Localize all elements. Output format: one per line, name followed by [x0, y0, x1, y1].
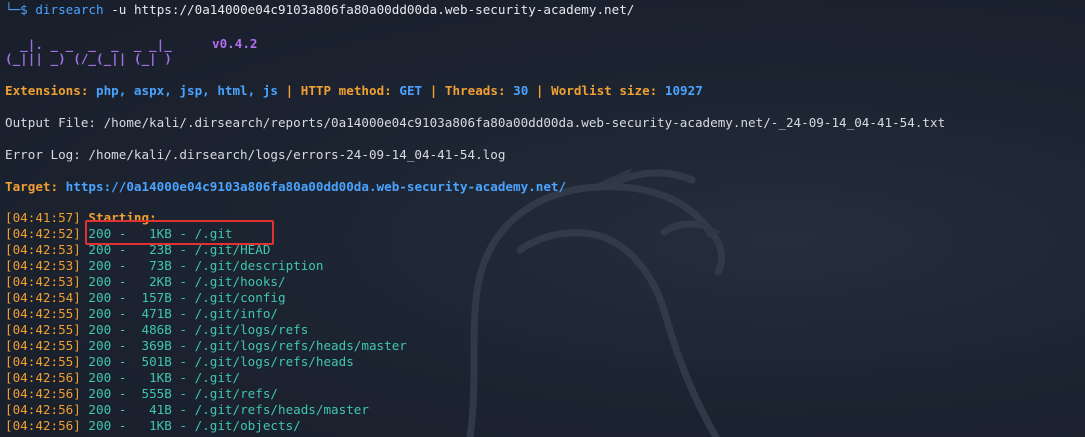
result-status: 200	[88, 386, 112, 401]
result-timestamp: [04:42:56]	[5, 402, 81, 417]
command-flag: -u	[111, 2, 127, 17]
result-timestamp: [04:42:56]	[5, 370, 81, 385]
banner-logo-line-2: (_||| _) (/_(_|| (_| )	[5, 51, 172, 66]
command-url: https://0a14000e04c9103a806fa80a00dd00da…	[133, 2, 635, 17]
result-status: 200	[88, 402, 112, 417]
result-row: [04:42:55] 200 - 486B - /.git/logs/refs	[5, 322, 309, 337]
wordlist-label: Wordlist size:	[551, 83, 658, 98]
result-path: /.git/refs/heads/master	[194, 402, 369, 417]
config-separator: |	[429, 83, 438, 98]
result-path: /.git/logs/refs/heads/master	[194, 338, 407, 353]
threads-label: Threads:	[444, 83, 506, 98]
result-timestamp: [04:42:54]	[5, 290, 81, 305]
target-line: Target: https://0a14000e04c9103a806fa80a…	[5, 179, 566, 195]
result-size: 369B	[141, 338, 172, 353]
terminal-window[interactable]: └─$ dirsearch -u https://0a14000e04c9103…	[0, 0, 1085, 437]
result-path: /.git/config	[194, 290, 286, 305]
result-timestamp: [04:42:55]	[5, 338, 81, 353]
config-separator: |	[535, 83, 544, 98]
result-timestamp: [04:42:53]	[5, 258, 81, 273]
result-size: 1KB	[149, 370, 172, 385]
result-timestamp: [04:42:53]	[5, 274, 81, 289]
result-row: [04:42:53] 200 - 73B - /.git/description	[5, 258, 324, 273]
result-timestamp: [04:42:52]	[5, 226, 81, 241]
result-path: /.git/objects/	[194, 418, 301, 433]
result-status: 200	[88, 354, 112, 369]
result-size: 555B	[141, 386, 172, 401]
result-size: 41B	[149, 402, 172, 417]
result-status: 200	[88, 322, 112, 337]
config-line: Extensions: php, aspx, jsp, html, js | H…	[5, 83, 703, 99]
output-file-line: Output File: /home/kali/.dirsearch/repor…	[5, 115, 946, 130]
result-status: 200	[88, 338, 112, 353]
result-timestamp: [04:42:53]	[5, 242, 81, 257]
command-line: └─$ dirsearch -u https://0a14000e04c9103…	[5, 2, 634, 18]
result-path: /.git/	[194, 370, 241, 385]
highlight-box	[85, 220, 274, 245]
result-timestamp: [04:42:56]	[5, 418, 81, 433]
result-size: 486B	[141, 322, 172, 337]
config-separator: |	[285, 83, 294, 98]
result-status: 200	[88, 306, 112, 321]
result-row: [04:42:56] 200 - 41B - /.git/refs/heads/…	[5, 402, 369, 417]
result-timestamp: [04:42:55]	[5, 354, 81, 369]
result-row: [04:42:56] 200 - 1KB - /.git/objects/	[5, 418, 301, 433]
result-path: /.git/logs/refs	[194, 322, 309, 337]
result-path: /.git/refs/	[194, 386, 278, 401]
extensions-label: Extensions:	[5, 83, 89, 98]
result-size: 73B	[149, 258, 172, 273]
result-row: [04:42:54] 200 - 157B - /.git/config	[5, 290, 286, 305]
error-log-line: Error Log: /home/kali/.dirsearch/logs/er…	[5, 147, 506, 162]
result-row: [04:42:56] 200 - 1KB - /.git/	[5, 370, 241, 385]
prompt-symbol: └─$	[5, 2, 28, 17]
result-timestamp: [04:42:56]	[5, 386, 81, 401]
result-path: /.git/info/	[194, 306, 278, 321]
result-row: [04:42:53] 200 - 2KB - /.git/hooks/	[5, 274, 286, 289]
result-size: 2KB	[149, 274, 172, 289]
wordlist-value: 10927	[664, 83, 703, 98]
result-status: 200	[88, 370, 112, 385]
result-status: 200	[88, 418, 112, 433]
banner-version: v0.4.2	[212, 36, 258, 51]
method-value: GET	[399, 83, 423, 98]
result-path: /.git/description	[194, 258, 324, 273]
command-name: dirsearch	[35, 2, 104, 17]
result-size: 1KB	[149, 418, 172, 433]
result-size: 501B	[141, 354, 172, 369]
result-status: 200	[88, 274, 112, 289]
result-timestamp: [04:42:55]	[5, 322, 81, 337]
result-path: /.git/hooks/	[194, 274, 286, 289]
result-status: 200	[88, 290, 112, 305]
result-row: [04:42:55] 200 - 369B - /.git/logs/refs/…	[5, 338, 407, 353]
target-url: https://0a14000e04c9103a806fa80a00dd00da…	[65, 179, 567, 194]
timestamp: [04:41:57]	[5, 210, 81, 225]
result-path: /.git/logs/refs/heads	[194, 354, 354, 369]
result-size: 471B	[141, 306, 172, 321]
result-row: [04:42:56] 200 - 555B - /.git/refs/	[5, 386, 278, 401]
result-row: [04:42:55] 200 - 471B - /.git/info/	[5, 306, 278, 321]
result-size: 157B	[141, 290, 172, 305]
result-status: 200	[88, 258, 112, 273]
target-label: Target:	[5, 179, 59, 194]
result-row: [04:42:55] 200 - 501B - /.git/logs/refs/…	[5, 354, 354, 369]
threads-value: 30	[513, 83, 529, 98]
extensions-value: php, aspx, jsp, html, js	[96, 83, 278, 98]
method-label: HTTP method:	[300, 83, 392, 98]
result-timestamp: [04:42:55]	[5, 306, 81, 321]
